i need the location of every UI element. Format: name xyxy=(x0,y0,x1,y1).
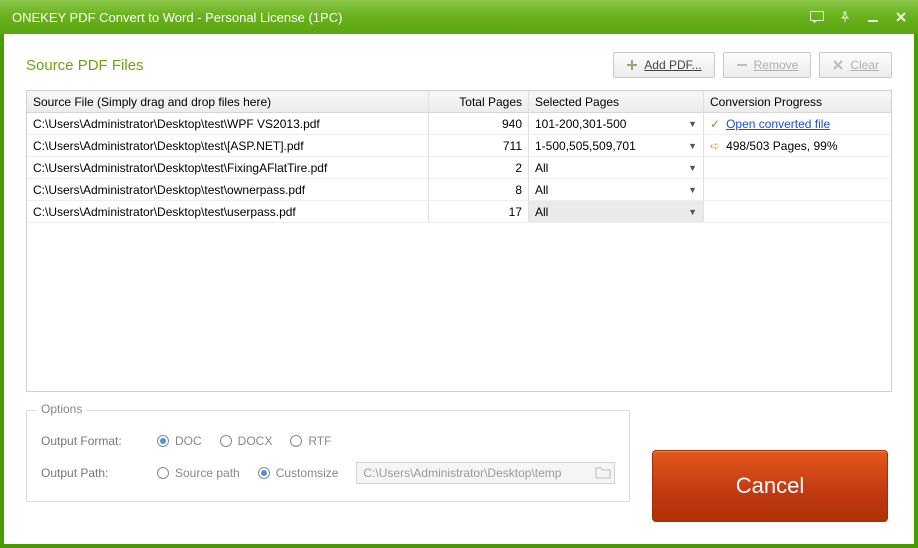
cell-source: C:\Users\Administrator\Desktop\test\owne… xyxy=(27,179,429,200)
options-box: Options Output Format: DOC DOCX RTF Outp… xyxy=(26,410,630,502)
path-custom-radio[interactable]: Customsize xyxy=(258,466,339,480)
chevron-down-icon[interactable]: ▼ xyxy=(688,207,697,217)
chevron-down-icon[interactable]: ▼ xyxy=(688,119,697,129)
clear-icon xyxy=(832,59,844,71)
minus-icon xyxy=(736,59,748,71)
close-icon[interactable] xyxy=(894,10,908,24)
cell-selected-pages[interactable]: 101-200,301-500▼ xyxy=(529,113,704,134)
check-icon: ✓ xyxy=(710,117,720,131)
header-progress[interactable]: Conversion Progress xyxy=(704,91,891,112)
arrow-right-icon: ➪ xyxy=(710,139,720,153)
header-source[interactable]: Source File (Simply drag and drop files … xyxy=(27,91,429,112)
section-title: Source PDF Files xyxy=(26,57,605,74)
cell-source: C:\Users\Administrator\Desktop\test\WPF … xyxy=(27,113,429,134)
grid-header: Source File (Simply drag and drop files … xyxy=(27,91,891,113)
cell-source: C:\Users\Administrator\Desktop\test\Fixi… xyxy=(27,157,429,178)
path-source-radio[interactable]: Source path xyxy=(157,466,240,480)
format-docx-radio[interactable]: DOCX xyxy=(220,434,273,448)
header-selected-pages[interactable]: Selected Pages xyxy=(529,91,704,112)
plus-icon xyxy=(626,59,638,71)
path-input-wrap xyxy=(356,462,615,484)
output-path-row: Output Path: Source path Customsize xyxy=(41,457,615,489)
options-legend: Options xyxy=(37,402,86,416)
file-grid: Source File (Simply drag and drop files … xyxy=(26,90,892,392)
cell-total-pages: 8 xyxy=(429,179,529,200)
output-format-label: Output Format: xyxy=(41,434,139,448)
cell-total-pages: 711 xyxy=(429,135,529,156)
cancel-button[interactable]: Cancel xyxy=(652,450,888,522)
output-path-label: Output Path: xyxy=(41,466,139,480)
titlebar-controls xyxy=(810,10,908,24)
cell-total-pages: 17 xyxy=(429,201,529,222)
cell-progress: ✓ Open converted file xyxy=(704,113,891,134)
browse-folder-icon[interactable] xyxy=(595,465,611,482)
cell-progress xyxy=(704,201,891,222)
grid-body: C:\Users\Administrator\Desktop\test\WPF … xyxy=(27,113,891,391)
table-row[interactable]: C:\Users\Administrator\Desktop\test\WPF … xyxy=(27,113,891,135)
clear-button[interactable]: Clear xyxy=(819,52,892,78)
add-pdf-label: Add PDF... xyxy=(644,58,701,72)
clear-label: Clear xyxy=(850,58,879,72)
remove-label: Remove xyxy=(754,58,799,72)
header-total-pages[interactable]: Total Pages xyxy=(429,91,529,112)
table-row[interactable]: C:\Users\Administrator\Desktop\test\user… xyxy=(27,201,891,223)
table-row[interactable]: C:\Users\Administrator\Desktop\test\[ASP… xyxy=(27,135,891,157)
cell-total-pages: 2 xyxy=(429,157,529,178)
pin-icon[interactable] xyxy=(838,10,852,24)
app-window: ONEKEY PDF Convert to Word - Personal Li… xyxy=(0,0,918,548)
progress-text: 498/503 Pages, 99% xyxy=(726,139,837,153)
cell-total-pages: 940 xyxy=(429,113,529,134)
open-converted-link[interactable]: Open converted file xyxy=(726,117,830,131)
table-row[interactable]: C:\Users\Administrator\Desktop\test\Fixi… xyxy=(27,157,891,179)
cell-selected-pages[interactable]: 1-500,505,509,701▼ xyxy=(529,135,704,156)
output-path-input[interactable] xyxy=(356,462,615,484)
table-row[interactable]: C:\Users\Administrator\Desktop\test\owne… xyxy=(27,179,891,201)
format-rtf-radio[interactable]: RTF xyxy=(290,434,331,448)
cell-progress xyxy=(704,157,891,178)
chevron-down-icon[interactable]: ▼ xyxy=(688,163,697,173)
window-title: ONEKEY PDF Convert to Word - Personal Li… xyxy=(12,10,810,25)
cell-progress xyxy=(704,179,891,200)
add-pdf-button[interactable]: Add PDF... xyxy=(613,52,714,78)
chevron-down-icon[interactable]: ▼ xyxy=(688,141,697,151)
output-format-row: Output Format: DOC DOCX RTF xyxy=(41,425,615,457)
cell-progress: ➪ 498/503 Pages, 99% xyxy=(704,135,891,156)
content-area: Source PDF Files Add PDF... Remove Clear xyxy=(4,34,914,544)
minimize-icon[interactable] xyxy=(866,10,880,24)
feedback-icon[interactable] xyxy=(810,10,824,24)
titlebar: ONEKEY PDF Convert to Word - Personal Li… xyxy=(0,0,918,34)
cell-source: C:\Users\Administrator\Desktop\test\user… xyxy=(27,201,429,222)
chevron-down-icon[interactable]: ▼ xyxy=(688,185,697,195)
cell-source: C:\Users\Administrator\Desktop\test\[ASP… xyxy=(27,135,429,156)
cell-selected-pages[interactable]: All▼ xyxy=(529,157,704,178)
format-doc-radio[interactable]: DOC xyxy=(157,434,202,448)
cell-selected-pages[interactable]: All▼ xyxy=(529,179,704,200)
toolbar-row: Source PDF Files Add PDF... Remove Clear xyxy=(26,52,892,78)
remove-button[interactable]: Remove xyxy=(723,52,812,78)
cell-selected-pages[interactable]: All▼ xyxy=(529,201,704,222)
cancel-label: Cancel xyxy=(736,473,804,499)
